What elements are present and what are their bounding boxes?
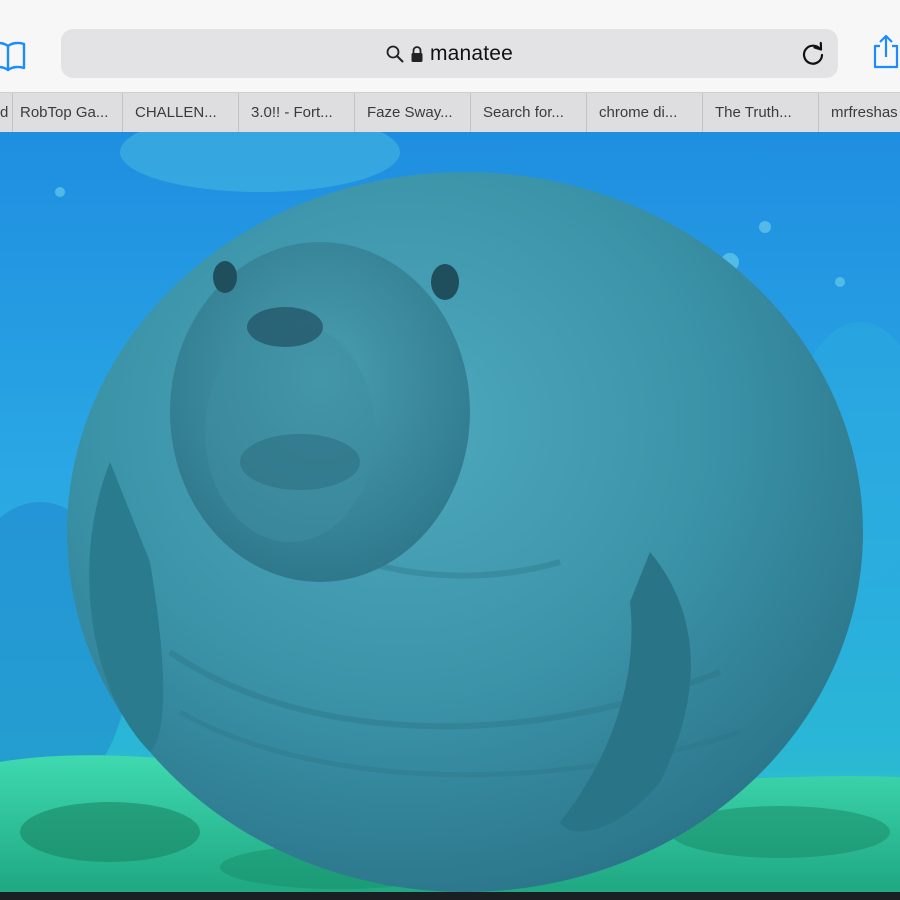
tab-label: RobTop Ga... (20, 104, 109, 121)
tab-label: Search for... (483, 104, 564, 121)
tab-label: CHALLEN... (135, 104, 217, 121)
tab-label: The Truth... (715, 104, 792, 121)
page-content (0, 132, 900, 892)
search-icon (386, 45, 404, 62)
address-text[interactable]: manatee (430, 42, 513, 66)
tab-item[interactable]: The Truth... (703, 93, 819, 132)
tab-label: mrfreshas (831, 104, 898, 121)
tab-item[interactable]: chrome di... (587, 93, 703, 132)
bottom-strip (0, 892, 900, 900)
address-content: manatee (61, 29, 838, 78)
reload-icon[interactable] (800, 41, 826, 67)
lock-icon (411, 45, 423, 62)
address-bar[interactable]: manatee (61, 29, 838, 78)
browser-toolbar: manatee (0, 0, 900, 92)
book-icon[interactable] (0, 38, 28, 72)
tab-bar: d RobTop Ga... CHALLEN... 3.0!! - Fort..… (0, 92, 900, 133)
tab-item[interactable]: Faze Sway... (355, 93, 471, 132)
tab-item[interactable]: mrfreshas (819, 93, 900, 132)
manatee-photo (0, 132, 900, 892)
share-icon[interactable] (870, 34, 900, 70)
tab-item[interactable]: Search for... (471, 93, 587, 132)
tab-item[interactable]: RobTop Ga... (8, 93, 123, 132)
tab-item[interactable]: CHALLEN... (123, 93, 239, 132)
tab-label: Faze Sway... (367, 104, 453, 121)
tab-label: chrome di... (599, 104, 678, 121)
tab-item[interactable]: 3.0!! - Fort... (239, 93, 355, 132)
tab-label: 3.0!! - Fort... (251, 104, 333, 121)
